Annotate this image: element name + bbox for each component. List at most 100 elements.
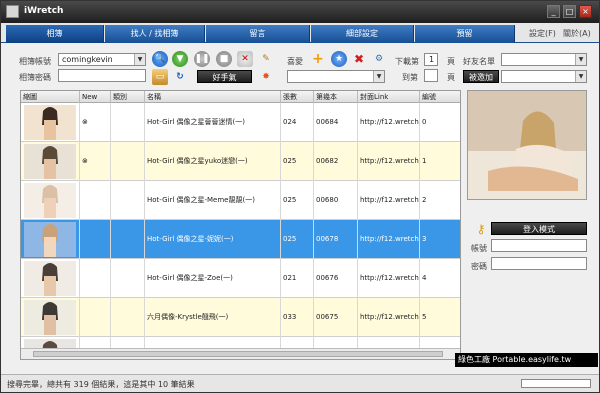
id-cell[interactable]: 4	[420, 259, 460, 298]
id-cell[interactable]: 0	[420, 103, 460, 142]
stop-icon[interactable]: ■	[216, 51, 232, 67]
password-input[interactable]	[58, 69, 146, 82]
link-cell[interactable]: http://f12.wretch...	[358, 103, 420, 142]
account-combo[interactable]: comingkevin ▼	[58, 53, 146, 66]
header-count[interactable]: 張數	[281, 91, 314, 103]
tools-icon[interactable]: ⚙	[371, 51, 387, 67]
book-cell[interactable]: 00676	[314, 259, 358, 298]
right-account-input[interactable]	[491, 239, 587, 252]
thumbnail-cell[interactable]	[21, 142, 80, 181]
table-row[interactable]: ⊗ Hot-Girl 偶像之星yuko迷戀(一) 025 00682 http://f1…	[21, 142, 460, 181]
table-row[interactable]: 六月偶像-Krystle翹飛(一) 033 00675 http://f12.wret…	[21, 298, 460, 337]
tab-detail-settings[interactable]: 細部設定	[311, 25, 414, 43]
settings-menu[interactable]: 設定(F)	[529, 28, 556, 39]
book-cell[interactable]: 00678	[314, 220, 358, 259]
cat-cell[interactable]	[111, 259, 145, 298]
header-book[interactable]: 第幾本	[314, 91, 358, 103]
chevron-down-icon[interactable]: ▼	[373, 71, 384, 82]
name-cell[interactable]: Hot-Girl 偶像之星薈薈迷情(一)	[145, 103, 281, 142]
login-mode-button[interactable]: 登入模式	[491, 222, 587, 235]
new-cell[interactable]	[80, 181, 111, 220]
link-cell[interactable]: http://f12.wretch...	[358, 259, 420, 298]
thumbnail-cell[interactable]	[21, 181, 80, 220]
chevron-down-icon[interactable]: ▼	[575, 71, 586, 82]
count-cell[interactable]: 033	[281, 298, 314, 337]
header-category[interactable]: 類別	[111, 91, 145, 103]
chevron-down-icon[interactable]: ▼	[575, 54, 586, 65]
new-cell[interactable]: ⊗	[80, 142, 111, 181]
favorite-combo[interactable]: ▼	[287, 70, 385, 83]
chevron-down-icon[interactable]: ▼	[134, 54, 145, 65]
thumbnail-cell[interactable]	[21, 259, 80, 298]
cat-cell[interactable]	[111, 142, 145, 181]
count-cell[interactable]: 021	[281, 259, 314, 298]
close-button[interactable]: ×	[579, 5, 592, 18]
link-cell[interactable]: http://f12.wretch...	[358, 142, 420, 181]
link-cell[interactable]: http://f12.wretch...	[358, 298, 420, 337]
thumbnail-cell[interactable]	[21, 220, 80, 259]
table-row[interactable]: Hot-Girl 偶像之星-Zoe(一) 021 00676 http://f12.w…	[21, 259, 460, 298]
count-cell[interactable]: 025	[281, 220, 314, 259]
new-cell[interactable]	[80, 220, 111, 259]
horizontal-scrollbar[interactable]	[21, 348, 460, 359]
thumbnail-cell[interactable]	[21, 103, 80, 142]
book-cell[interactable]: 00680	[314, 181, 358, 220]
header-name[interactable]: 名稱	[145, 91, 281, 103]
block-icon[interactable]: ✕	[237, 51, 253, 67]
book-cell[interactable]: 00684	[314, 103, 358, 142]
invited-button[interactable]: 被邀加	[463, 70, 499, 83]
tab-find-people[interactable]: 找人 / 找相簿	[105, 25, 205, 43]
count-cell[interactable]: 025	[281, 142, 314, 181]
link-cell[interactable]: http://f12.wretch...	[358, 220, 420, 259]
count-cell[interactable]: 025	[281, 181, 314, 220]
header-new[interactable]: New	[80, 91, 111, 103]
pause-icon[interactable]: ❚❚	[194, 51, 210, 67]
name-cell[interactable]: Hot-Girl 偶像之星-妮妮(一)	[145, 220, 281, 259]
cat-cell[interactable]	[111, 220, 145, 259]
cat-cell[interactable]	[111, 298, 145, 337]
star-icon[interactable]: ★	[331, 51, 347, 67]
maximize-button[interactable]: □	[563, 5, 576, 18]
thumbnail-cell[interactable]	[21, 298, 80, 337]
tab-reserved[interactable]: 預留	[415, 25, 515, 43]
tab-messages[interactable]: 留言	[206, 25, 310, 43]
id-cell[interactable]: 2	[420, 181, 460, 220]
lucky-button[interactable]: 好手氣	[197, 70, 252, 83]
tab-album[interactable]: 相簿	[6, 25, 104, 43]
table-row[interactable]: ⊗ Hot-Girl 偶像之星薈薈迷情(一) 024 00684 http://f12.…	[21, 103, 460, 142]
header-id[interactable]: 編號	[420, 91, 460, 103]
book-cell[interactable]: 00682	[314, 142, 358, 181]
id-cell[interactable]: 5	[420, 298, 460, 337]
minimize-button[interactable]: _	[547, 5, 560, 18]
scrollbar-thumb[interactable]	[33, 351, 443, 357]
new-cell[interactable]: ⊗	[80, 103, 111, 142]
folder-icon[interactable]: ▭	[152, 69, 168, 85]
new-cell[interactable]	[80, 298, 111, 337]
table-row[interactable]: Hot-Girl 偶像之星-妮妮(一) 025 00678 http://f12.wr…	[21, 220, 460, 259]
count-cell[interactable]: 024	[281, 103, 314, 142]
fire-icon[interactable]: ✸	[258, 69, 274, 85]
header-cover-link[interactable]: 封面Link	[358, 91, 420, 103]
id-cell[interactable]: 1	[420, 142, 460, 181]
new-cell[interactable]	[80, 259, 111, 298]
about-menu[interactable]: 關於(A)	[563, 28, 591, 39]
download-page-input[interactable]: 1	[424, 53, 438, 66]
download-icon[interactable]: ▼	[172, 51, 188, 67]
name-cell[interactable]: 六月偶像-Krystle翹飛(一)	[145, 298, 281, 337]
cat-cell[interactable]	[111, 181, 145, 220]
book-cell[interactable]: 00675	[314, 298, 358, 337]
table-row[interactable]: Hot-Girl 偶像之星-Meme靚靚(一) 025 00680 http://f1…	[21, 181, 460, 220]
refresh-icon[interactable]: ↻	[172, 69, 188, 85]
link-cell[interactable]: http://f12.wretch...	[358, 181, 420, 220]
invited-combo[interactable]: ▼	[501, 70, 587, 83]
name-cell[interactable]: Hot-Girl 偶像之星-Meme靚靚(一)	[145, 181, 281, 220]
friend-list-combo[interactable]: ▼	[501, 53, 587, 66]
header-thumbnail[interactable]: 縮圖	[21, 91, 80, 103]
cat-cell[interactable]	[111, 103, 145, 142]
add-icon[interactable]: +	[310, 51, 326, 67]
name-cell[interactable]: Hot-Girl 偶像之星yuko迷戀(一)	[145, 142, 281, 181]
delete-icon[interactable]: ✖	[351, 51, 367, 67]
right-password-input[interactable]	[491, 257, 587, 270]
broom-icon[interactable]: ✎	[258, 51, 274, 67]
search-icon[interactable]: 🔍	[152, 51, 168, 67]
